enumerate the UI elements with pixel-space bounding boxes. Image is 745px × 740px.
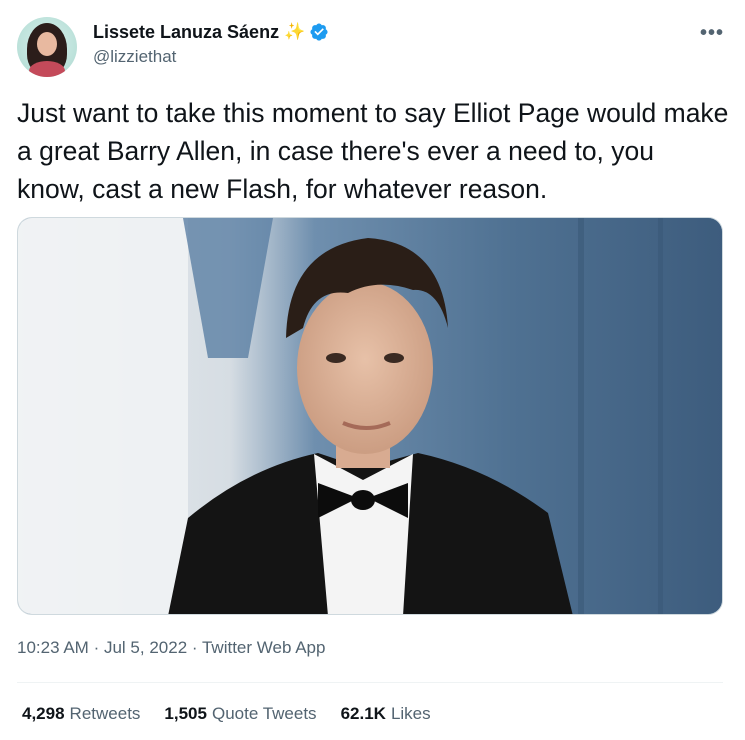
meta-separator: · [93, 638, 100, 657]
display-name[interactable]: Lissete Lanuza Sáenz [93, 22, 279, 43]
tweet-photo[interactable] [17, 217, 723, 615]
quote-tweets-label: Quote Tweets [211, 704, 317, 723]
tweet-source[interactable]: Twitter Web App [202, 638, 325, 657]
tweet-text: Just want to take this moment to say Ell… [17, 98, 729, 204]
tweet-meta: 10:23 AM · Jul 5, 2022 · Twitter Web App [17, 638, 325, 658]
likes-label: Likes [390, 704, 431, 723]
quote-tweets-count: 1,505 [164, 704, 207, 723]
photo-person-in-tuxedo-icon [18, 218, 722, 614]
author-name-row: Lissete Lanuza Sáenz ✨ [93, 20, 329, 44]
meta-separator: · [191, 638, 198, 657]
tweet-stats: 4,298 Retweets 1,505 Quote Tweets 62.1K … [22, 704, 455, 724]
retweets-count: 4,298 [22, 704, 65, 723]
verified-badge-icon [310, 23, 328, 41]
divider [17, 682, 723, 683]
sparkles-emoji: ✨ [284, 22, 306, 41]
more-options-icon[interactable]: ••• [700, 22, 724, 45]
retweets-label: Retweets [69, 704, 141, 723]
likes-count: 62.1K [340, 704, 386, 723]
avatar-face [37, 32, 57, 56]
author-handle[interactable]: @lizziethat [93, 47, 176, 67]
likes-stat[interactable]: 62.1K Likes [341, 704, 431, 724]
avatar[interactable] [17, 17, 77, 77]
retweets-stat[interactable]: 4,298 Retweets [22, 704, 140, 724]
tweet-time[interactable]: 10:23 AM [17, 638, 89, 657]
avatar-shirt [29, 61, 65, 77]
quote-tweets-stat[interactable]: 1,505 Quote Tweets [164, 704, 316, 724]
tweet-card: Lissete Lanuza Sáenz ✨ @lizziethat ••• J… [0, 0, 745, 740]
tweet-date[interactable]: Jul 5, 2022 [104, 638, 187, 657]
